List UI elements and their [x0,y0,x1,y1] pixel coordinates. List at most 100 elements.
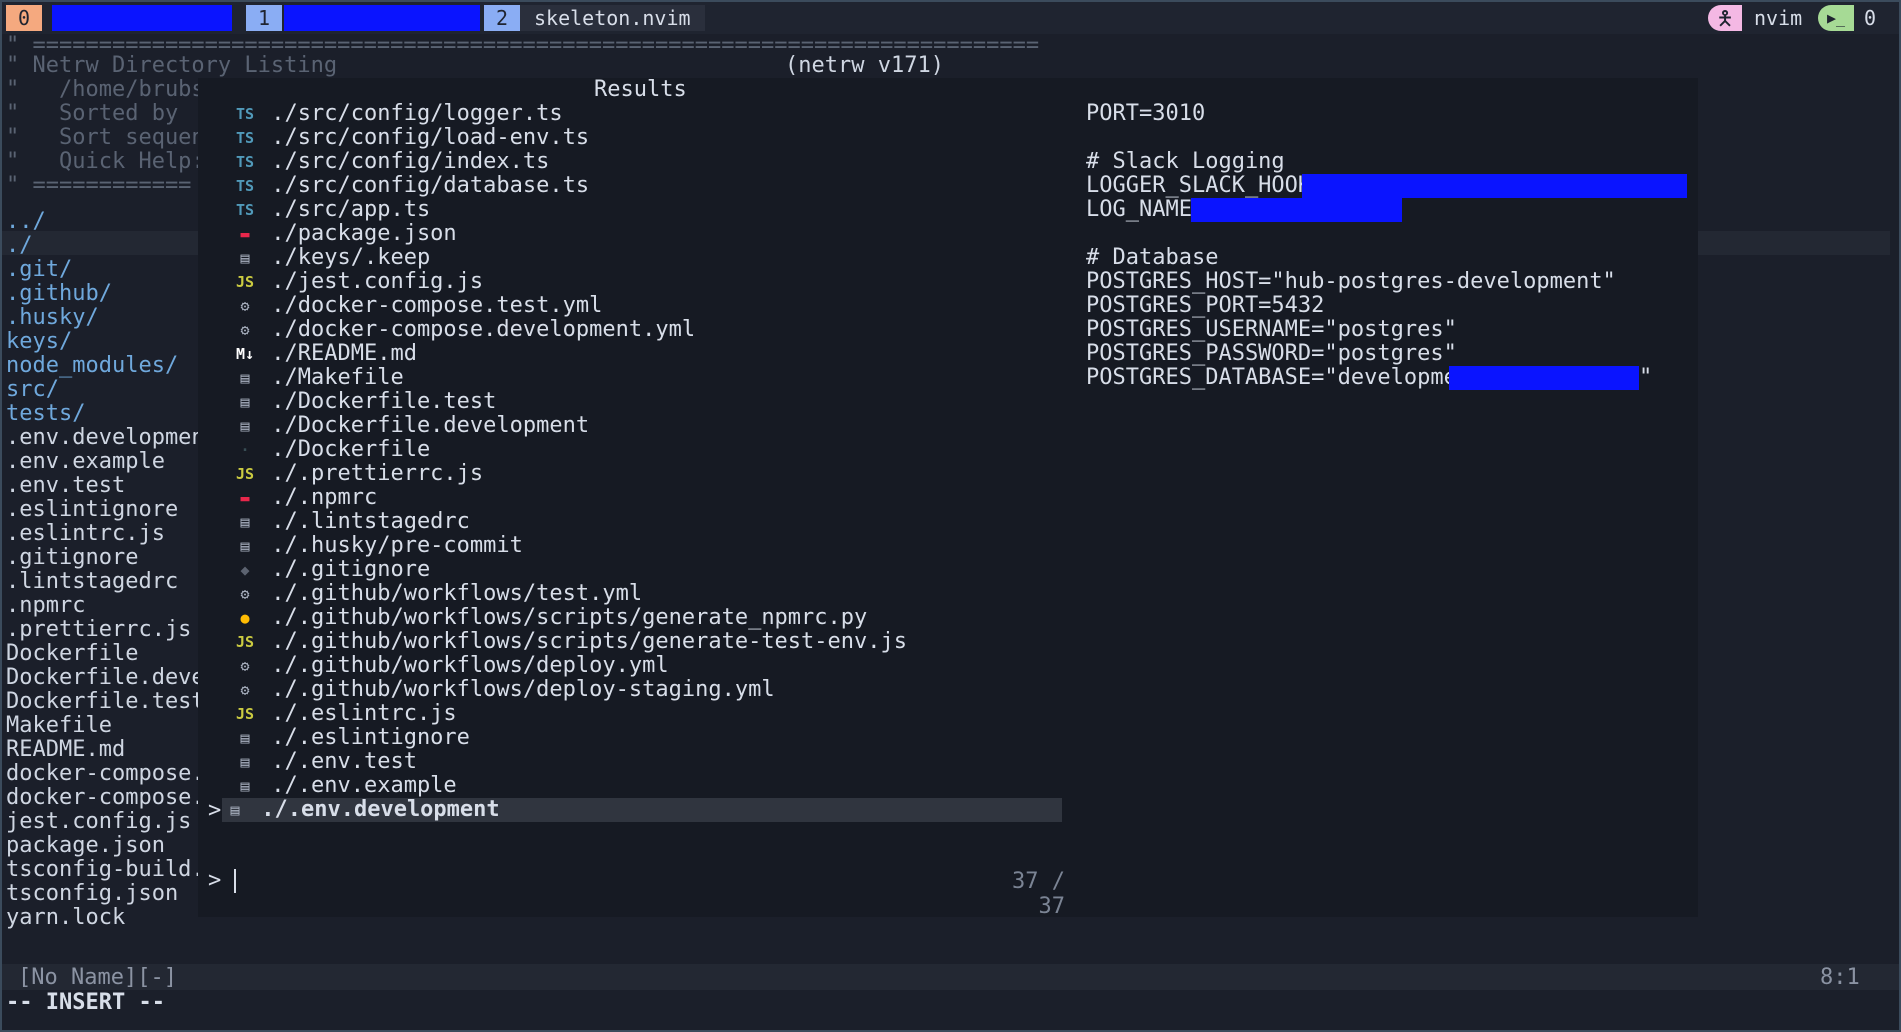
result-path: ./Dockerfile [258,437,431,462]
result-item[interactable]: ▤ ./Dockerfile.test [232,390,1062,414]
result-item[interactable]: JS ./.github/workflows/scripts/generate-… [232,630,1062,654]
result-item[interactable]: ▤ ./.env.test [232,750,1062,774]
result-path: ./README.md [258,341,417,366]
netrw-entry[interactable]: Makefile [6,714,112,738]
file-icon: ▤ [240,369,250,387]
redacted-value [1302,174,1687,198]
result-item[interactable]: ⚙ ./.github/workflows/deploy-staging.yml [232,678,1062,702]
markdown-icon: M↓ [235,345,255,363]
result-item[interactable]: ⚙ ./docker-compose.development.yml [232,318,1062,342]
netrw-entry[interactable]: src/ [6,378,59,402]
result-item[interactable]: ▤ ./.env.example [232,774,1062,798]
netrw-entry[interactable]: yarn.lock [6,906,125,930]
result-item[interactable]: ● ./.github/workflows/scripts/generate_n… [232,606,1062,630]
netrw-entry[interactable]: docker-compose.t [6,786,218,810]
tmux-current-app: nvim [1754,6,1803,30]
netrw-entry[interactable]: tsconfig-build.j [6,858,218,882]
result-item[interactable]: ▤ ./.eslintignore [232,726,1062,750]
result-item[interactable]: TS ./src/config/database.ts [232,174,1062,198]
netrw-entry[interactable]: Dockerfile [6,642,138,666]
netrw-entry[interactable]: .gitignore [6,546,138,570]
result-item[interactable]: ▤ ./Dockerfile.development [232,414,1062,438]
tmux-window-1-index[interactable]: 1 [246,5,282,31]
netrw-entry[interactable]: .eslintignore [6,498,178,522]
typescript-icon: TS [235,201,255,219]
netrw-header-line: " Sorted by [6,101,179,126]
netrw-entry[interactable]: package.json [6,834,165,858]
netrw-entry[interactable]: node_modules/ [6,354,178,378]
result-path: ./.env.test [258,749,417,774]
tmux-session-index[interactable]: 0 [6,5,42,31]
preview-line: " [1639,365,1653,390]
netrw-entry[interactable]: README.md [6,738,125,762]
result-path: ./.prettierrc.js [258,461,484,486]
terminal-icon: ▶_ [1818,5,1854,31]
netrw-entry[interactable]: tsconfig.json [6,882,178,906]
result-item[interactable]: TS ./src/config/index.ts [232,150,1062,174]
netrw-header-line: " ============ [6,173,192,198]
tmux-window-2-index[interactable]: 2 [484,5,520,31]
netrw-entry[interactable]: Dockerfile.devel [6,666,218,690]
tmux-pane-count: 0 [1864,6,1877,30]
result-item[interactable]: ▤ ./.lintstagedrc [232,510,1062,534]
result-path: ./.eslintignore [258,725,470,750]
netrw-entry[interactable]: keys/ [6,330,72,354]
netrw-entry[interactable]: .lintstagedrc [6,570,178,594]
netrw-entry[interactable]: jest.config.js [6,810,191,834]
person-icon: 🯅 [1708,5,1742,31]
netrw-entry[interactable]: Dockerfile.test [6,690,205,714]
netrw-header-line: " /home/brubs/ [6,77,218,102]
netrw-entry[interactable]: docker-compose.d [6,762,218,786]
netrw-entry[interactable]: .env.test [6,474,125,498]
tmux-window-2-title[interactable]: skeleton.nvim [520,5,705,31]
result-path: ./jest.config.js [258,269,484,294]
result-item[interactable]: ▤ ./.husky/pre-commit [232,534,1062,558]
result-item[interactable]: ⚙ ./.github/workflows/deploy.yml [232,654,1062,678]
netrw-entry[interactable]: .github/ [6,282,112,306]
netrw-entry[interactable]: tests/ [6,402,85,426]
result-item[interactable]: M↓ ./README.md [232,342,1062,366]
netrw-entry[interactable]: .husky/ [6,306,99,330]
result-path: ./.npmrc [258,485,378,510]
result-path: ./.github/workflows/test.yml [258,581,643,606]
file-icon: ▤ [240,537,250,555]
netrw-entry[interactable]: ../ [6,210,46,234]
result-path: ./src/config/index.ts [258,149,550,174]
buffer-name: [No Name][-] [18,965,177,990]
netrw-entry[interactable]: .git/ [6,258,72,282]
javascript-icon: JS [235,465,255,483]
result-item[interactable]: ▤ ./Makefile [232,366,1062,390]
result-item[interactable]: ▤ ./keys/.keep [232,246,1062,270]
result-item[interactable]: ⚙ ./.github/workflows/test.yml [232,582,1062,606]
file-icon: ▤ [240,777,250,795]
netrw-entry[interactable]: ./ [6,234,33,258]
prompt-input[interactable] [234,869,236,893]
prompt-symbol: > [208,868,222,893]
result-path: ./.github/workflows/scripts/generate-tes… [258,629,908,654]
result-item[interactable]: TS ./src/config/load-env.ts [232,126,1062,150]
result-item[interactable]: JS ./jest.config.js [232,270,1062,294]
result-item[interactable]: ▬ ./.npmrc [232,486,1062,510]
result-item[interactable]: JS ./.eslintrc.js [232,702,1062,726]
netrw-header-line: " Netrw Directory Listing [6,53,338,78]
result-item[interactable]: JS ./.prettierrc.js [232,462,1062,486]
result-item[interactable]: ◆ ./.gitignore [232,558,1062,582]
result-item[interactable]: · ./Dockerfile [232,438,1062,462]
redacted-value [1191,198,1402,222]
netrw-header-line: " Quick Help: [6,149,205,174]
result-path: ./.github/workflows/deploy-staging.yml [258,677,775,702]
netrw-entry[interactable]: .eslintrc.js [6,522,165,546]
netrw-entry[interactable]: .env.development [6,426,218,450]
file-icon: ▤ [240,249,250,267]
result-item-selected[interactable]: ▤ ./.env.development [222,798,1062,822]
result-path: ./docker-compose.development.yml [258,317,696,342]
netrw-entry[interactable]: .env.example [6,450,165,474]
netrw-entry[interactable]: .npmrc [6,594,85,618]
result-item[interactable]: ▬ ./package.json [232,222,1062,246]
preview-line: LOG_NAME= [1086,197,1206,222]
result-item[interactable]: TS ./src/config/logger.ts [232,102,1062,126]
result-item[interactable]: ⚙ ./docker-compose.test.yml [232,294,1062,318]
result-item[interactable]: TS ./src/app.ts [232,198,1062,222]
netrw-entry[interactable]: .prettierrc.js [6,618,191,642]
javascript-icon: JS [235,633,255,651]
